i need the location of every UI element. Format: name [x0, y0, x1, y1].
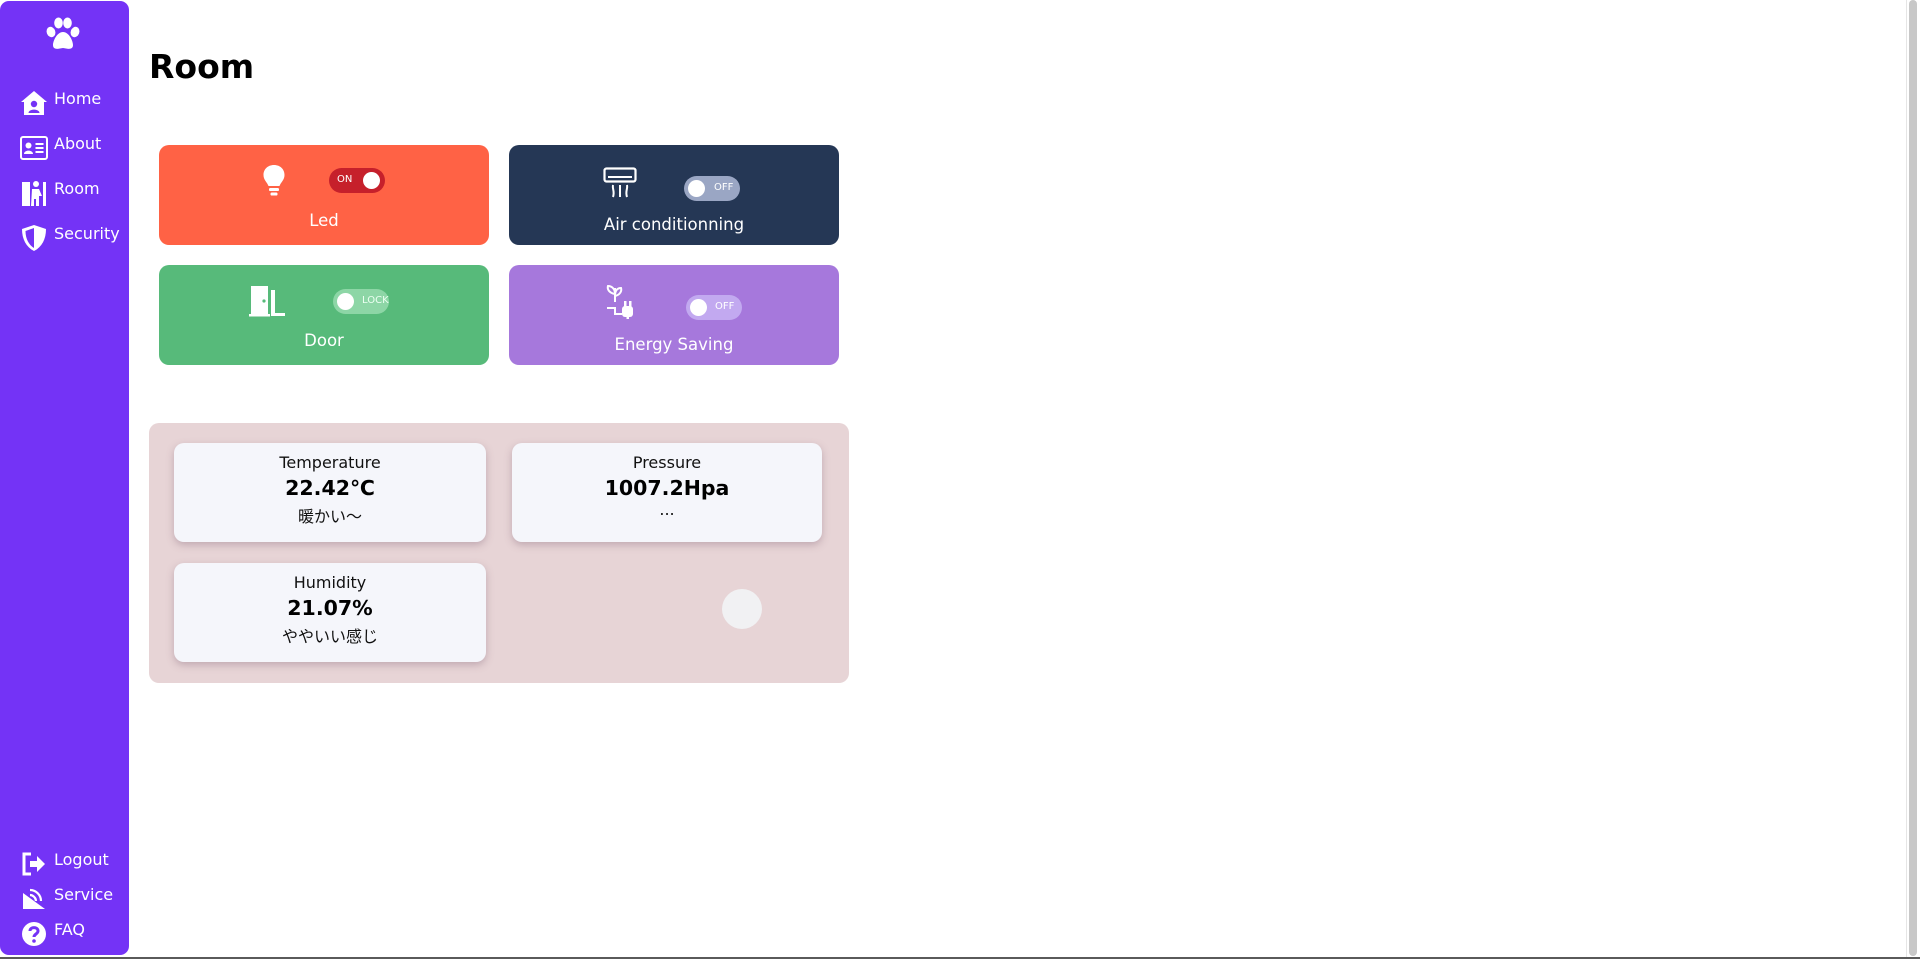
temperature-value: 22.42℃ — [285, 476, 375, 500]
sidebar-item-home[interactable]: Home — [20, 89, 101, 117]
air-conditioning-toggle[interactable]: OFF — [684, 176, 740, 201]
sidebar-item-label: Home — [54, 88, 102, 108]
temperature-title: Temperature — [279, 453, 381, 472]
air-conditioning-label: Air conditionning — [603, 215, 745, 234]
sidebar-item-service[interactable]: Service — [20, 885, 113, 913]
door-toggle[interactable]: LOCK — [333, 289, 389, 314]
satellite-icon — [20, 885, 48, 913]
humidity-card: Humidity 21.07% ややいい感じ — [174, 563, 486, 662]
sidebar: Home About Room Security Logout Service … — [0, 1, 129, 955]
pressure-title: Pressure — [632, 453, 702, 472]
eco-plug-icon — [605, 284, 641, 324]
pressure-value: 1007.2Hpa — [604, 476, 730, 500]
temperature-note: 暖かい〜 — [297, 507, 362, 526]
pressure-note: ... — [659, 500, 675, 519]
room-icon — [20, 179, 48, 207]
led-toggle-text: ON — [337, 174, 353, 185]
energy-saving-card: OFF Energy Saving — [509, 265, 839, 365]
door-icon — [248, 284, 288, 322]
led-card: ON Led — [159, 145, 489, 245]
air-conditioning-toggle-text: OFF — [714, 182, 734, 193]
sidebar-item-about[interactable]: About — [20, 134, 101, 162]
scrollbar-thumb[interactable] — [1909, 0, 1917, 956]
app-root: Home About Room Security Logout Service … — [0, 0, 1920, 959]
shield-icon — [20, 224, 48, 252]
energy-saving-toggle[interactable]: OFF — [686, 295, 742, 320]
page-title: Room — [149, 47, 255, 86]
door-label: Door — [304, 331, 344, 350]
question-icon — [20, 920, 48, 948]
door-toggle-text: LOCK — [362, 295, 389, 306]
toggle-knob — [688, 180, 705, 197]
humidity-note: ややいい感じ — [281, 627, 378, 646]
paw-icon[interactable] — [44, 17, 82, 53]
toggle-knob — [337, 293, 354, 310]
temperature-card: Temperature 22.42℃ 暖かい〜 — [174, 443, 486, 542]
air-conditioning-card: OFF Air conditionning — [509, 145, 839, 245]
energy-saving-toggle-text: OFF — [715, 301, 735, 312]
sidebar-item-logout[interactable]: Logout — [20, 850, 109, 878]
home-icon — [20, 89, 48, 117]
humidity-value: 21.07% — [287, 596, 373, 620]
sidebar-item-room[interactable]: Room — [20, 179, 100, 207]
sidebar-item-label: Security — [54, 223, 120, 243]
logout-icon — [20, 850, 48, 878]
sidebar-item-label: Room — [54, 178, 100, 198]
sidebar-item-security[interactable]: Security — [20, 224, 120, 252]
sidebar-item-label: About — [54, 133, 102, 153]
id-card-icon — [20, 134, 48, 162]
led-label: Led — [309, 211, 339, 230]
sidebar-item-faq[interactable]: FAQ — [20, 920, 85, 948]
energy-saving-label: Energy Saving — [614, 335, 734, 354]
sidebar-item-label: FAQ — [54, 919, 85, 939]
sidebar-item-label: Service — [54, 884, 114, 904]
door-card: LOCK Door — [159, 265, 489, 365]
toggle-knob — [690, 299, 707, 316]
air-conditioner-icon — [603, 167, 637, 203]
humidity-title: Humidity — [293, 573, 367, 592]
led-toggle[interactable]: ON — [329, 168, 385, 193]
circle-button[interactable] — [722, 589, 762, 629]
toggle-knob — [363, 172, 380, 189]
lightbulb-icon — [262, 164, 286, 202]
sidebar-item-label: Logout — [54, 849, 109, 869]
pressure-card: Pressure 1007.2Hpa ... — [512, 443, 822, 542]
